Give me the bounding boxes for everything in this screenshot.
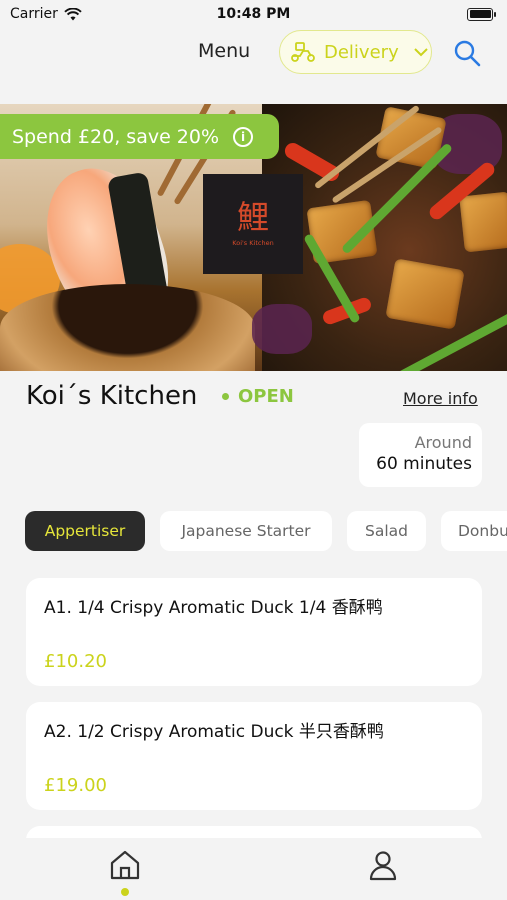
delivery-time-value: 60 minutes (376, 454, 472, 474)
chevron-down-icon (414, 48, 428, 57)
page-title: Menu (198, 40, 251, 62)
category-tab-salad[interactable]: Salad (347, 511, 426, 551)
menu-item-name: A1. 1/4 Crispy Aromatic Duck 1/4 香酥鸭 (44, 598, 383, 618)
more-info-link[interactable]: More info (403, 389, 478, 408)
promo-text: Spend £20, save 20% (12, 125, 220, 148)
logo-subtitle: Koi's Kitchen (232, 239, 274, 247)
category-tab-appertiser[interactable]: Appertiser (25, 511, 145, 551)
home-icon[interactable] (108, 848, 142, 882)
category-tab-japanese-starter[interactable]: Japanese Starter (160, 511, 332, 551)
delivery-time-label: Around (414, 433, 472, 452)
restaurant-logo: 鯉 Koi's Kitchen (203, 174, 303, 274)
menu-item-price: £19.00 (44, 775, 107, 796)
delivery-label: Delivery (324, 41, 399, 63)
menu-item-price: £10.20 (44, 651, 107, 672)
status-bar: Carrier 10:48 PM (0, 0, 507, 28)
status-left: Carrier (10, 6, 82, 22)
promo-banner[interactable]: Spend £20, save 20% i (0, 114, 279, 159)
profile-icon[interactable] (366, 848, 400, 882)
battery-icon (467, 7, 496, 21)
restaurant-name: Koi´s Kitchen (26, 381, 198, 411)
bottom-nav (0, 838, 507, 900)
delivery-time-card: Around 60 minutes (359, 423, 482, 487)
open-status-label: OPEN (238, 386, 294, 407)
info-icon[interactable]: i (233, 126, 254, 147)
menu-item-card[interactable]: A1. 1/4 Crispy Aromatic Duck 1/4 香酥鸭 £10… (26, 578, 482, 686)
menu-item-name: A2. 1/2 Crispy Aromatic Duck 半只香酥鸭 (44, 722, 384, 742)
category-tab-donburi[interactable]: Donburi (441, 511, 507, 551)
menu-item-card[interactable]: A2. 1/2 Crispy Aromatic Duck 半只香酥鸭 £19.0… (26, 702, 482, 810)
restaurant-hero-image: 鯉 Koi's Kitchen Spend £20, save 20% i (0, 104, 507, 371)
open-status: OPEN (222, 386, 294, 407)
search-icon[interactable] (452, 38, 482, 68)
scooter-icon (291, 42, 315, 62)
logo-mark: 鯉 (236, 198, 269, 236)
category-tabs: Appertiser Japanese Starter Salad Donbur… (25, 511, 507, 551)
delivery-mode-selector[interactable]: Delivery (279, 30, 432, 74)
wifi-icon (64, 7, 82, 20)
header: Menu Delivery (0, 28, 507, 104)
status-dot (222, 393, 229, 400)
active-tab-indicator (121, 888, 129, 896)
carrier-label: Carrier (10, 6, 58, 22)
